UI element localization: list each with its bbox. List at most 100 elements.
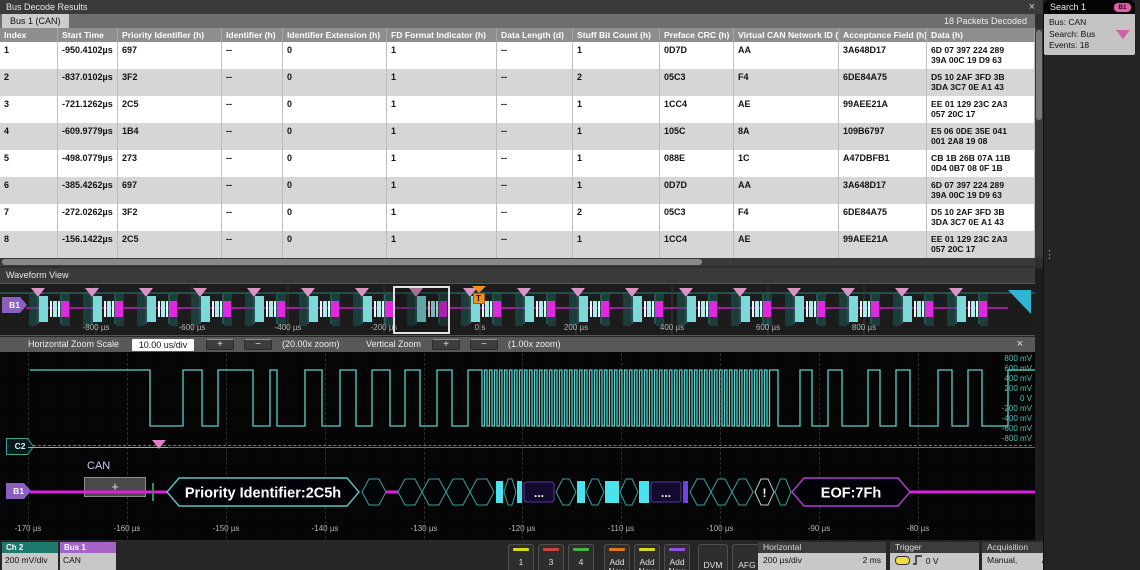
- tab-bus1-can[interactable]: Bus 1 (CAN): [2, 14, 69, 28]
- table-header-cell[interactable]: Priority Identifier (h): [118, 28, 222, 42]
- table-cell: AA: [734, 42, 839, 69]
- close-icon[interactable]: ×: [1029, 0, 1035, 14]
- source-button-1[interactable]: 1: [508, 544, 534, 570]
- horizontal-panel-body: 200 µs/div 2 ms: [758, 553, 886, 570]
- table-row[interactable]: 4-609.9779µs1B4--01--1105C8A109B6797E5 0…: [0, 123, 1035, 150]
- overview-packet-burst: [786, 292, 825, 326]
- add-new-button[interactable]: Add New: [604, 544, 630, 570]
- small-button-label: Add New: [635, 558, 659, 570]
- table-row[interactable]: 7-272.0262µs3F2--01--205C3F46DE84A75D5 1…: [0, 204, 1035, 231]
- waveform-view-title: Waveform View: [6, 270, 69, 280]
- overview-time-label: 800 µs: [852, 323, 876, 332]
- table-row[interactable]: 1-950.4102µs697--01--10D7DAA3A648D176D 0…: [0, 42, 1035, 69]
- table-cell: 8: [0, 231, 58, 258]
- table-horizontal-scrollbar[interactable]: [0, 258, 1035, 266]
- source-button-dvm[interactable]: DVM: [698, 544, 728, 570]
- decode-ellipsis-text: ...: [661, 486, 671, 500]
- table-header-cell[interactable]: Stuff Bit Count (h): [573, 28, 660, 42]
- table-header-cell[interactable]: Start Time: [58, 28, 118, 42]
- decode-label-text: EOF:7Fh: [821, 486, 881, 502]
- close-icon[interactable]: ×: [1017, 337, 1023, 352]
- table-header-cell[interactable]: Virtual CAN Network ID (h): [734, 28, 839, 42]
- volt-scale-label: -200 mV: [1002, 404, 1032, 413]
- table-cell: 1B4: [118, 123, 222, 150]
- table-cell: --: [497, 42, 573, 69]
- table-cell: 1: [387, 177, 497, 204]
- vzoom-minus-button[interactable]: −: [470, 339, 498, 350]
- right-side-panel: Add New... CursorsCalloutMeasureSearchRe…: [1043, 0, 1140, 570]
- add-new-button[interactable]: Add New: [664, 544, 690, 570]
- hzoom-plus-button[interactable]: +: [206, 339, 234, 350]
- source-button-4[interactable]: 4: [568, 544, 594, 570]
- vzoom-plus-button[interactable]: +: [432, 339, 460, 350]
- bus1-settings-badge[interactable]: Bus 1 CAN: [60, 542, 116, 570]
- decode-data-bar: [639, 481, 649, 503]
- vertical-zoom-label: Vertical Zoom: [366, 337, 421, 352]
- table-row[interactable]: 2-837.0102µs3F2--01--205C3F46DE84A75D5 1…: [0, 69, 1035, 96]
- scrollbar-thumb[interactable]: [2, 259, 702, 265]
- table-cell: 0D7D: [660, 177, 734, 204]
- decode-data-bar: [517, 481, 522, 503]
- overview-zoom-box[interactable]: [393, 286, 450, 334]
- chevron-down-icon[interactable]: [1116, 30, 1130, 39]
- panel-drag-handle[interactable]: ⋮: [1044, 250, 1055, 261]
- overview-time-label: 200 µs: [564, 323, 588, 332]
- bus-decode-results-window: Bus Decode Results × Bus 1 (CAN) 18 Pack…: [0, 0, 1043, 268]
- channel-color-line: [609, 548, 625, 551]
- table-cell: 1: [387, 42, 497, 69]
- trigger-position-marker[interactable]: T: [472, 286, 485, 304]
- overview-packet-burst: [84, 292, 123, 326]
- ch2-settings-badge[interactable]: Ch 2 200 mV/div: [2, 542, 58, 570]
- table-cell: 1: [387, 123, 497, 150]
- table-vertical-scrollbar[interactable]: [1035, 28, 1043, 258]
- table-cell: 0: [283, 231, 387, 258]
- horizontal-window: 2 ms: [863, 555, 881, 565]
- table-row[interactable]: 6-385.4262µs697--01--10D7DAA3A648D176D 0…: [0, 177, 1035, 204]
- table-cell: 6DE84A75: [839, 204, 927, 231]
- table-cell: 3A648D17: [839, 42, 927, 69]
- vzoom-factor-label: (1.00x zoom): [508, 337, 561, 352]
- table-cell: 105C: [660, 123, 734, 150]
- plot-right-edge: [1035, 268, 1043, 540]
- horizontal-panel[interactable]: Horizontal 200 µs/div 2 ms: [758, 542, 886, 570]
- decode-label-text: Priority Identifier:2C5h: [185, 486, 341, 502]
- table-row[interactable]: 8-156.1422µs2C5--01--11CC4AE99AEE21AEE 0…: [0, 231, 1035, 258]
- table-header-cell[interactable]: Identifier Extension (h): [283, 28, 387, 42]
- table-row[interactable]: 3-721.1262µs2C5--01--11CC4AE99AEE21AEE 0…: [0, 96, 1035, 123]
- table-header-cell[interactable]: FD Format Indicator (h): [387, 28, 497, 42]
- table-cell: --: [222, 42, 283, 69]
- table-header-cell[interactable]: Index: [0, 28, 58, 42]
- source-button-3[interactable]: 3: [538, 544, 564, 570]
- horizontal-zoom-scale-value[interactable]: 10.00 us/div: [132, 339, 194, 351]
- horizontal-scale: 200 µs/div: [763, 555, 802, 565]
- table-cell: --: [222, 204, 283, 231]
- table-cell: EE 01 129 23C 2A3 057 20C 17: [927, 231, 1035, 258]
- waveform-plot-area[interactable]: 800 mV600 mV400 mV200 mV0 V-200 mV-400 m…: [0, 352, 1035, 540]
- table-cell: 1: [0, 42, 58, 69]
- decode-field-hex: [775, 479, 791, 505]
- table-cell: --: [497, 123, 573, 150]
- waveform-overview-strip[interactable]: -800 µs-600 µs-400 µs-200 µs0 s200 µs400…: [0, 283, 1035, 336]
- table-cell: 109B6797: [839, 123, 927, 150]
- hzoom-minus-button[interactable]: −: [244, 339, 272, 350]
- table-header-cell[interactable]: Preface CRC (h): [660, 28, 734, 42]
- add-new-button[interactable]: Add New: [634, 544, 660, 570]
- table-cell: F4: [734, 204, 839, 231]
- bus-decode-titlebar[interactable]: Bus Decode Results: [0, 0, 1043, 14]
- trigger-panel[interactable]: Trigger 0 V: [890, 542, 979, 570]
- channel-color-line: [543, 548, 559, 551]
- table-header-cell[interactable]: Data Length (d): [497, 28, 573, 42]
- table-row[interactable]: 5-498.0779µs273--01--1088E1CA47DBFB1CB 1…: [0, 150, 1035, 177]
- table-cell: 1: [387, 204, 497, 231]
- table-header-cell[interactable]: Acceptance Field (h): [839, 28, 927, 42]
- scrollbar-thumb[interactable]: [1036, 30, 1042, 120]
- table-cell: 1: [573, 123, 660, 150]
- table-cell: 0: [283, 177, 387, 204]
- table-cell: 1: [387, 150, 497, 177]
- waveform-view-titlebar[interactable]: Waveform View: [0, 268, 1043, 283]
- search1-result-badge[interactable]: Search 1 B1 Bus: CAN Search: Bus Events:…: [1044, 0, 1135, 55]
- table-header-cell[interactable]: Data (h): [927, 28, 1035, 42]
- table-header-cell[interactable]: Identifier (h): [222, 28, 283, 42]
- bus-idle-line: [910, 491, 1035, 494]
- table-cell: 5: [0, 150, 58, 177]
